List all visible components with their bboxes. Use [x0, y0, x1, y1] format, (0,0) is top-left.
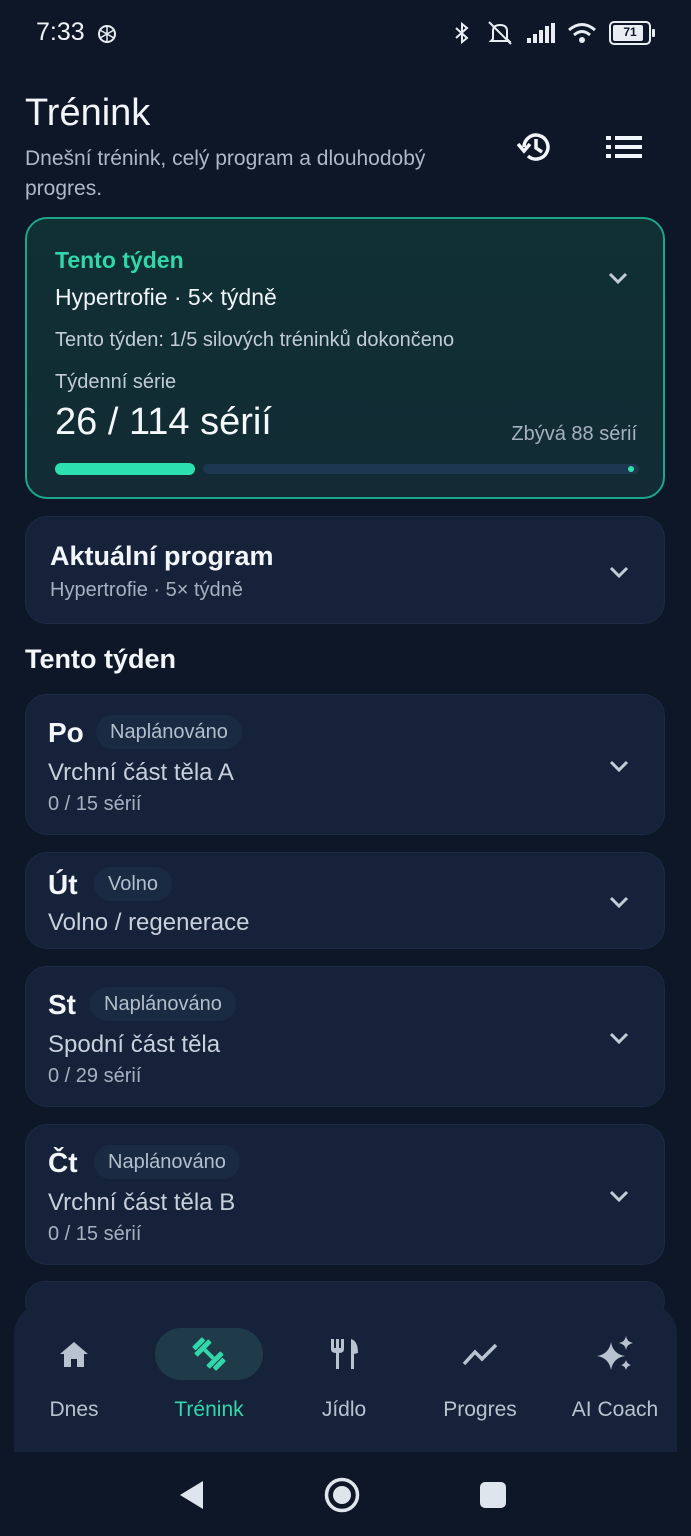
current-program-subtitle: Hypertrofie · 5× týdně — [50, 579, 243, 601]
history-icon — [516, 133, 550, 161]
workout-sets: 0 / 29 sérií — [48, 1065, 142, 1087]
day-name: Čt — [48, 1147, 78, 1178]
section-title: Tento týden — [25, 644, 176, 674]
workout-name: Vrchní část těla A — [48, 759, 234, 786]
nav-item-ai-coach[interactable]: AI Coach — [550, 1328, 680, 1422]
week-summary-note: Tento týden: 1/5 silových tréninků dokon… — [55, 329, 455, 351]
nav-item-trenink[interactable]: Trénink — [144, 1328, 274, 1422]
status-badge: Volno — [94, 867, 173, 901]
recents-icon[interactable] — [479, 1481, 507, 1509]
day-name: Po — [48, 717, 84, 748]
chevron-down-icon[interactable] — [605, 265, 631, 291]
day-card-ct[interactable]: Čt Naplánováno Vrchní část těla B 0 / 15… — [25, 1124, 665, 1265]
status-icons: 71 — [451, 20, 655, 46]
weekly-sets-value: 26 / 114 sérií — [55, 401, 272, 443]
status-time: 7:33 — [36, 18, 85, 46]
workout-sets: 0 / 15 sérií — [48, 1223, 142, 1245]
fork-knife-icon — [331, 1339, 358, 1369]
signal-icon — [527, 23, 555, 43]
workout-name: Volno / regenerace — [48, 909, 250, 936]
nav-label: Jídlo — [321, 1398, 367, 1421]
nav-item-jidlo[interactable]: Jídlo — [279, 1328, 409, 1422]
weekly-sets-label: Týdenní série — [55, 371, 177, 393]
weekly-sets-remaining: Zbývá 88 sérií — [511, 423, 637, 445]
day-card-ut[interactable]: Út Volno Volno / regenerace — [25, 852, 665, 949]
workout-name: Spodní část těla — [48, 1031, 221, 1058]
history-button[interactable] — [510, 122, 560, 172]
nav-label: Trénink — [174, 1398, 244, 1421]
page-title: Trénink — [25, 92, 151, 134]
week-summary-card[interactable]: Tento týden Hypertrofie · 5× týdně Tento… — [25, 217, 665, 499]
workout-name: Vrchní část těla B — [48, 1189, 236, 1216]
page-subtitle: Dnešní trénink, celý program a dlouhodob… — [25, 147, 426, 200]
week-summary-program: Hypertrofie · 5× týdně — [55, 284, 277, 310]
chevron-down-icon[interactable] — [606, 753, 632, 779]
chevron-down-icon[interactable] — [606, 1025, 632, 1051]
bottom-navigation: Dnes Trénink Jídlo Progres AI Coach — [14, 1304, 677, 1452]
weekly-progress-end-dot — [628, 466, 634, 472]
dumbbell-icon — [192, 1337, 226, 1371]
bluetooth-icon — [455, 21, 469, 45]
workout-sets: 0 / 15 sérií — [48, 793, 142, 815]
wifi-icon — [568, 23, 596, 43]
status-badge: Naplánováno — [96, 715, 242, 749]
current-program-title: Aktuální program — [50, 541, 274, 571]
day-card-po[interactable]: Po Naplánováno Vrchní část těla A 0 / 15… — [25, 694, 665, 835]
chatgpt-notification-icon — [98, 25, 116, 43]
list-button[interactable] — [599, 122, 649, 172]
trend-icon — [462, 1343, 498, 1366]
current-program-card[interactable]: Aktuální program Hypertrofie · 5× týdně — [25, 516, 665, 624]
list-icon — [606, 136, 642, 158]
back-icon[interactable] — [177, 1479, 207, 1511]
weekly-progress-fill — [55, 463, 195, 475]
chevron-down-icon[interactable] — [606, 559, 632, 585]
day-card-st[interactable]: St Naplánováno Spodní část těla 0 / 29 s… — [25, 966, 665, 1107]
chevron-down-icon[interactable] — [606, 889, 632, 915]
nav-label: AI Coach — [571, 1398, 659, 1421]
battery-icon: 71 — [609, 21, 655, 45]
chevron-down-icon[interactable] — [606, 1183, 632, 1209]
system-navigation-bar — [0, 1452, 691, 1536]
status-badge: Naplánováno — [94, 1145, 240, 1179]
nav-label: Progres — [443, 1398, 517, 1421]
nav-item-dnes[interactable]: Dnes — [9, 1328, 139, 1422]
nav-label: Dnes — [49, 1398, 99, 1421]
muted-bell-icon — [488, 21, 512, 45]
nav-item-progres[interactable]: Progres — [415, 1328, 545, 1422]
day-name: Út — [48, 869, 78, 900]
sparkle-icon — [597, 1336, 633, 1370]
battery-level: 71 — [623, 25, 637, 39]
weekly-progress-track — [203, 464, 639, 474]
home-icon — [60, 1342, 88, 1367]
status-badge: Naplánováno — [90, 987, 236, 1021]
home-circle-icon[interactable] — [323, 1476, 361, 1514]
week-summary-label: Tento týden — [55, 247, 184, 273]
day-name: St — [48, 989, 76, 1020]
